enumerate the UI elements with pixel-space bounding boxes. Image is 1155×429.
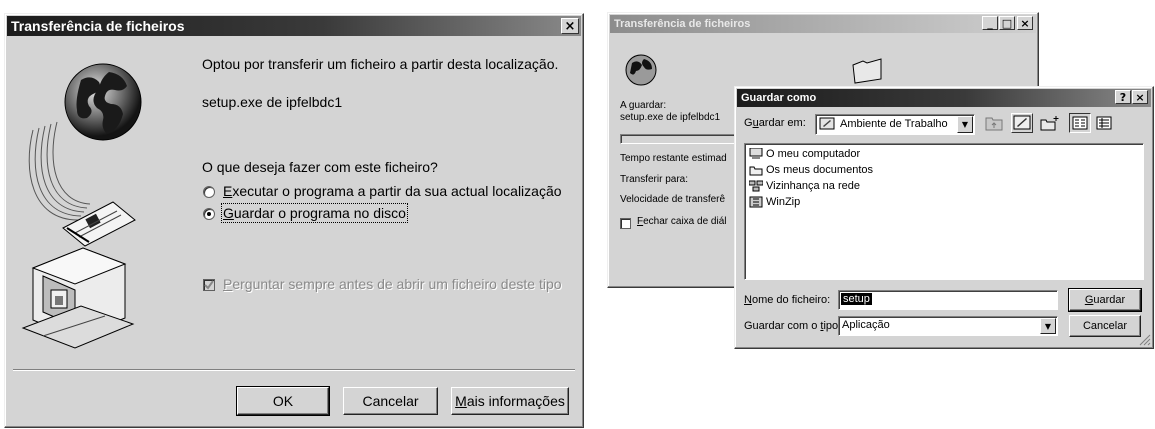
save-in-label: Guardar em: bbox=[744, 117, 806, 129]
folder-icon bbox=[852, 58, 882, 84]
saving-file-text: setup.exe de ipfelbdc1 bbox=[620, 112, 721, 123]
cancel-button[interactable]: Cancelar bbox=[343, 387, 438, 415]
network-icon bbox=[749, 180, 763, 192]
document-icon bbox=[62, 201, 136, 247]
filetype-label: Guardar com o tipo: bbox=[744, 320, 842, 332]
minimize-icon: _ bbox=[987, 16, 993, 30]
ok-button[interactable]: OK bbox=[236, 386, 330, 416]
transfer-to-label: Transferir para: bbox=[620, 174, 688, 185]
close-when-done-label[interactable]: Fechar caixa de diál bbox=[637, 216, 727, 227]
download-illustration bbox=[21, 63, 142, 349]
download-progress-bar bbox=[620, 134, 750, 144]
save-as-title: Guardar como bbox=[741, 92, 817, 104]
filename-value: setup bbox=[841, 293, 872, 305]
filetype-dropdown[interactable]: Aplicação ▼ bbox=[838, 316, 1058, 336]
winzip-icon bbox=[749, 196, 763, 208]
globe-icon bbox=[64, 63, 142, 141]
details-view-icon[interactable] bbox=[1093, 113, 1115, 133]
maximize-icon: □ bbox=[1001, 16, 1013, 30]
list-item[interactable]: Os meus documentos bbox=[749, 164, 873, 176]
question-text: O que deseja fazer com este ficheiro? bbox=[202, 159, 438, 175]
intro-text: Optou por transferir um ficheiro a parti… bbox=[202, 56, 559, 72]
save-in-value: Ambiente de Trabalho bbox=[840, 118, 948, 130]
run-from-location-label[interactable]: Executar o programa a partir da sua actu… bbox=[223, 183, 562, 199]
dialog-title: Transferência de ficheiros bbox=[11, 18, 185, 34]
file-download-dialog: Transferência de ficheiros × Optou por t… bbox=[4, 13, 584, 428]
file-download-titlebar[interactable]: Transferência de ficheiros × bbox=[7, 16, 581, 36]
help-button[interactable]: ? bbox=[1115, 90, 1131, 104]
separator bbox=[13, 369, 575, 371]
close-button[interactable]: × bbox=[1017, 16, 1033, 30]
close-icon: × bbox=[564, 18, 576, 34]
list-view-icon[interactable] bbox=[1069, 113, 1091, 133]
always-ask-label: Perguntar sempre antes de abrir um fiche… bbox=[223, 276, 562, 292]
saving-label: A guardar: bbox=[620, 100, 667, 111]
checkmark-icon bbox=[204, 280, 214, 290]
download-progress-titlebar[interactable]: Transferência de ficheiros _ □ × bbox=[610, 15, 1036, 33]
up-folder-icon[interactable] bbox=[983, 113, 1005, 133]
filename-input[interactable]: setup bbox=[838, 290, 1058, 310]
time-remaining-label: Tempo restante estimad bbox=[620, 153, 727, 164]
close-when-done-checkbox[interactable] bbox=[620, 218, 631, 229]
maximize-button[interactable]: □ bbox=[999, 16, 1015, 30]
chevron-down-icon[interactable]: ▼ bbox=[957, 116, 973, 133]
desktop-shortcut-icon[interactable] bbox=[1011, 113, 1033, 133]
chevron-down-icon[interactable]: ▼ bbox=[1040, 318, 1056, 334]
save-to-disk-radio[interactable] bbox=[203, 208, 215, 220]
file-list[interactable]: O meu computador Os meus documentos Vizi… bbox=[744, 143, 1144, 280]
save-as-dialog: Guardar como ? × Guardar em: Ambiente de… bbox=[734, 86, 1154, 349]
transfer-speed-label: Velocidade de transferê bbox=[620, 194, 726, 205]
minimize-button[interactable]: _ bbox=[982, 16, 998, 30]
computer-icon bbox=[21, 247, 135, 349]
close-button[interactable]: × bbox=[1132, 90, 1148, 104]
resize-grip-icon[interactable] bbox=[1139, 334, 1151, 346]
source-text: setup.exe de ipfelbdc1 bbox=[202, 94, 343, 110]
cancel-button[interactable]: Cancelar bbox=[1069, 315, 1141, 337]
save-to-disk-label[interactable]: Guardar o programa no disco bbox=[221, 203, 408, 223]
filename-label: Nome do ficheiro: bbox=[744, 294, 831, 306]
desktop-icon bbox=[819, 117, 835, 130]
save-button[interactable]: Guardar bbox=[1068, 288, 1142, 312]
folder-icon bbox=[749, 166, 763, 176]
filetype-value: Aplicação bbox=[842, 319, 890, 331]
save-as-titlebar[interactable]: Guardar como ? × bbox=[737, 89, 1151, 107]
new-folder-icon[interactable] bbox=[1039, 113, 1061, 133]
more-info-button[interactable]: Mais informações bbox=[451, 387, 569, 415]
close-icon: × bbox=[1020, 16, 1030, 30]
computer-icon bbox=[749, 148, 763, 159]
save-as-toolbar bbox=[983, 113, 1143, 135]
list-item[interactable]: O meu computador bbox=[749, 148, 860, 160]
close-button[interactable]: × bbox=[561, 18, 579, 34]
close-icon: × bbox=[1135, 90, 1145, 104]
list-item[interactable]: WinZip bbox=[749, 196, 800, 208]
globe-icon bbox=[625, 54, 657, 86]
save-in-dropdown[interactable]: Ambiente de Trabalho ▼ bbox=[815, 114, 975, 135]
progress-dialog-title: Transferência de ficheiros bbox=[614, 18, 751, 30]
help-icon: ? bbox=[1119, 90, 1127, 104]
list-item[interactable]: Vizinhança na rede bbox=[749, 180, 860, 192]
run-from-location-radio[interactable] bbox=[203, 186, 215, 198]
always-ask-checkbox[interactable] bbox=[203, 279, 215, 291]
